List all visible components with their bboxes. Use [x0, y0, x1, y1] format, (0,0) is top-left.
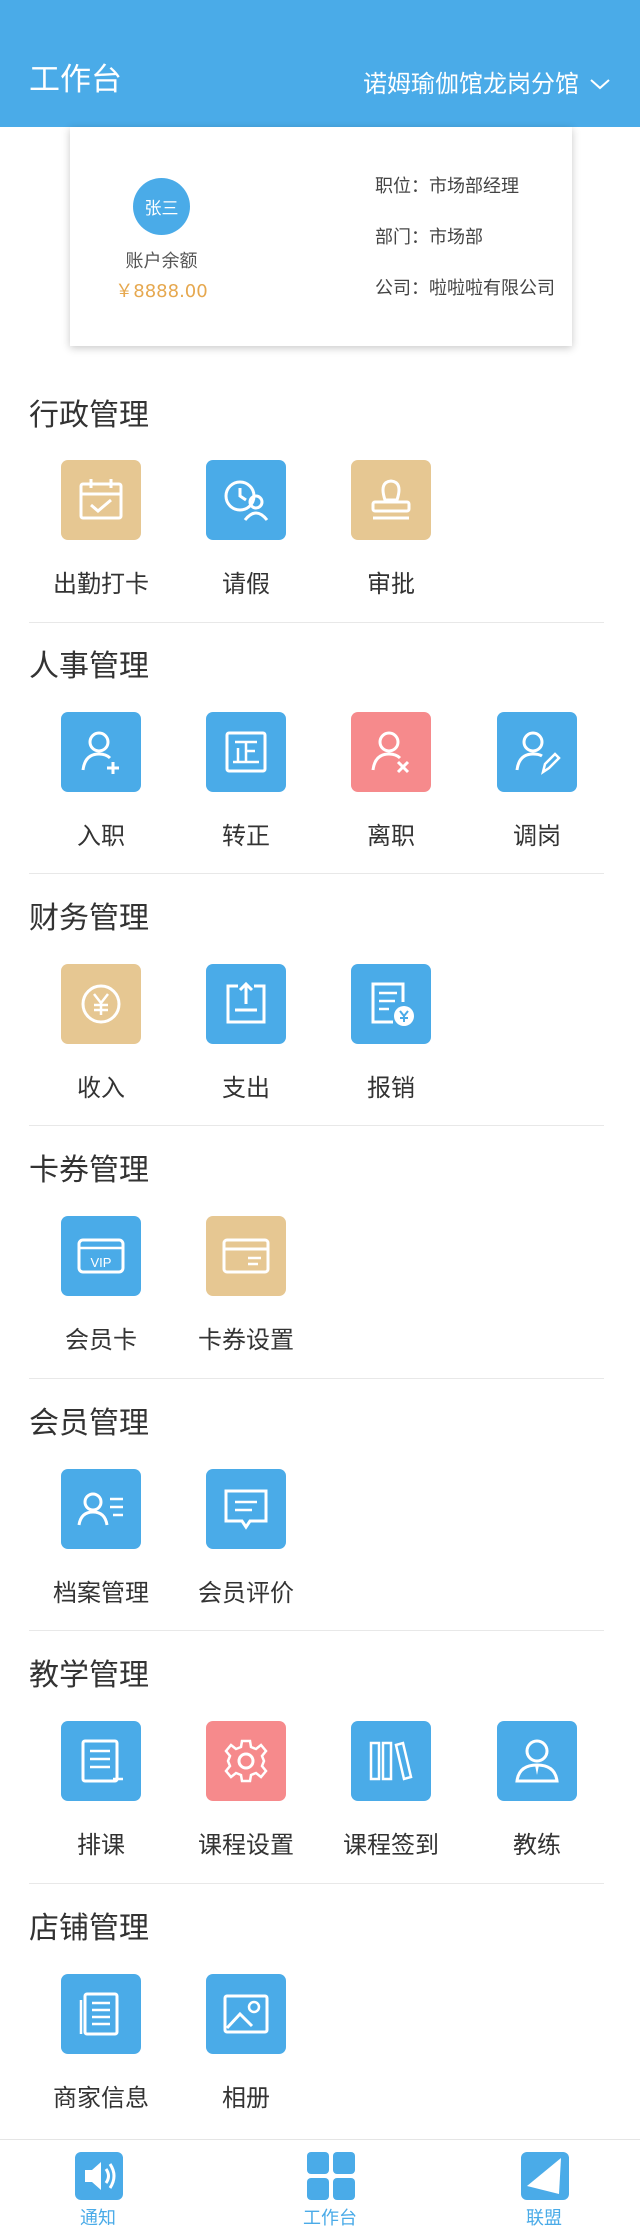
stamp-icon [351, 460, 431, 540]
speaker-icon [75, 2152, 123, 2200]
alliance-icon [521, 2152, 569, 2200]
tile-coach[interactable]: 教练 [476, 1721, 596, 1861]
divider [29, 622, 604, 623]
tile-label: 会员评价 [198, 1579, 294, 1607]
tile-label: 课程签到 [343, 1831, 439, 1859]
tile-leave[interactable]: 请假 [185, 460, 305, 600]
balance-label: 账户余额 [125, 251, 198, 272]
svg-text:VIP: VIP [91, 1255, 112, 1270]
receipt-yen-icon [351, 964, 431, 1044]
tab-notifications[interactable]: 通知 [28, 2140, 168, 2235]
tab-label: 联盟 [526, 2208, 562, 2229]
user-remove-icon [351, 712, 431, 792]
tile-label: 支出 [222, 1074, 270, 1102]
clock-user-icon [206, 460, 286, 540]
books-icon [351, 1721, 431, 1801]
list-document-icon [61, 1721, 141, 1801]
yen-coin-icon [61, 964, 141, 1044]
tile-course-settings[interactable]: 课程设置 [185, 1721, 305, 1861]
branch-name: 诺姆瑜伽馆龙岗分馆 [363, 70, 579, 98]
upload-box-icon [206, 964, 286, 1044]
tile-label: 排课 [77, 1831, 125, 1859]
tile-expense[interactable]: 支出 [185, 964, 305, 1104]
divider [29, 1883, 604, 1884]
app-header: 工作台 诺姆瑜伽馆龙岗分馆 [0, 0, 640, 127]
department-info: 部门：市场部 [375, 227, 483, 248]
tile-label: 出勤打卡 [53, 570, 149, 598]
tile-transfer[interactable]: 调岗 [476, 712, 596, 852]
tile-attendance[interactable]: 出勤打卡 [40, 460, 160, 600]
credit-card-icon [206, 1216, 286, 1296]
divider [29, 1125, 604, 1126]
tile-label: 课程设置 [198, 1831, 294, 1859]
tile-member-card[interactable]: VIP 会员卡 [40, 1216, 160, 1356]
tile-album[interactable]: 相册 [185, 1974, 305, 2114]
tab-label: 通知 [80, 2208, 116, 2229]
company-info: 公司：啦啦啦有限公司 [375, 278, 555, 299]
tab-workbench[interactable]: 工作台 [260, 2140, 400, 2235]
page-title: 工作台 [29, 62, 122, 98]
bottom-tab-bar: 通知 工作台 联盟 [0, 2139, 640, 2234]
tile-regularize[interactable]: 转正 [185, 712, 305, 852]
tile-label: 离职 [367, 822, 415, 850]
branch-selector[interactable]: 诺姆瑜伽馆龙岗分馆 [363, 64, 611, 104]
tile-card-settings[interactable]: 卡券设置 [185, 1216, 305, 1356]
section-title-store: 店铺管理 [29, 1911, 149, 1946]
section-title-hr: 人事管理 [29, 649, 149, 684]
divider [29, 873, 604, 874]
tab-label: 工作台 [303, 2208, 357, 2229]
tile-onboard[interactable]: 入职 [40, 712, 160, 852]
tile-reviews[interactable]: 会员评价 [185, 1469, 305, 1609]
vip-card-icon: VIP [61, 1216, 141, 1296]
grid-icon [307, 2152, 355, 2200]
coach-icon [497, 1721, 577, 1801]
tile-label: 相册 [222, 2084, 270, 2112]
divider [29, 1378, 604, 1379]
chevron-down-icon [590, 79, 610, 90]
calendar-check-icon [61, 460, 141, 540]
gear-icon [206, 1721, 286, 1801]
tile-merchant-info[interactable]: 商家信息 [40, 1974, 160, 2114]
section-title-cards: 卡券管理 [29, 1153, 149, 1188]
avatar[interactable]: 张三 [133, 178, 190, 235]
user-list-icon [61, 1469, 141, 1549]
tile-label: 请假 [222, 570, 270, 598]
section-title-admin: 行政管理 [29, 398, 149, 433]
tile-schedule[interactable]: 排课 [40, 1721, 160, 1861]
tile-course-checkin[interactable]: 课程签到 [330, 1721, 450, 1861]
tile-label: 教练 [513, 1831, 561, 1859]
tile-label: 收入 [77, 1074, 125, 1102]
position-info: 职位：市场部经理 [375, 176, 519, 197]
tile-profiles[interactable]: 档案管理 [40, 1469, 160, 1609]
tile-label: 商家信息 [53, 2084, 149, 2112]
tile-label: 入职 [77, 822, 125, 850]
section-title-members: 会员管理 [29, 1406, 149, 1441]
user-edit-icon [497, 712, 577, 792]
tile-label: 会员卡 [65, 1326, 137, 1354]
tile-label: 卡券设置 [198, 1326, 294, 1354]
tab-alliance[interactable]: 联盟 [474, 2140, 614, 2235]
tile-income[interactable]: 收入 [40, 964, 160, 1104]
tile-label: 审批 [367, 570, 415, 598]
user-add-icon [61, 712, 141, 792]
section-title-teaching: 教学管理 [29, 1658, 149, 1693]
tile-label: 转正 [222, 822, 270, 850]
tile-reimburse[interactable]: 报销 [330, 964, 450, 1104]
section-title-finance: 财务管理 [29, 901, 149, 936]
tile-resign[interactable]: 离职 [330, 712, 450, 852]
profile-card: 张三 账户余额 ￥8888.00 职位：市场部经理 部门：市场部 公司：啦啦啦有… [70, 127, 572, 346]
tile-label: 报销 [367, 1074, 415, 1102]
comment-icon [206, 1469, 286, 1549]
divider [29, 1630, 604, 1631]
balance-value: ￥8888.00 [115, 281, 208, 302]
document-icon [61, 1974, 141, 2054]
tile-approval[interactable]: 审批 [330, 460, 450, 600]
tile-label: 调岗 [513, 822, 561, 850]
document-zheng-icon [206, 712, 286, 792]
tile-label: 档案管理 [53, 1579, 149, 1607]
image-icon [206, 1974, 286, 2054]
